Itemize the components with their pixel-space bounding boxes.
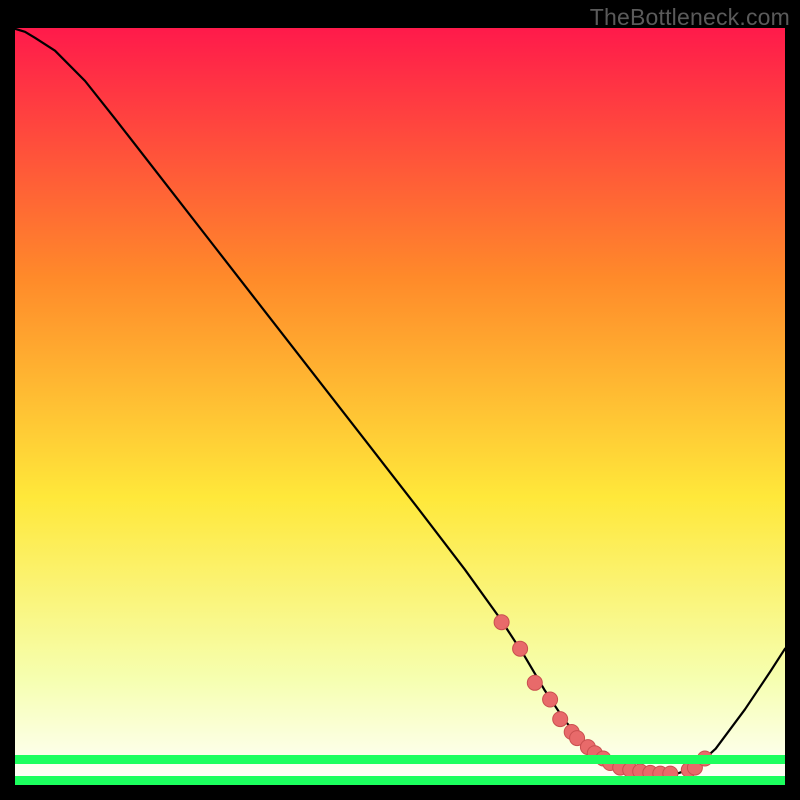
chart-stage: TheBottleneck.com <box>0 0 800 800</box>
green-band-upper <box>15 755 785 764</box>
curve-marker <box>543 692 558 707</box>
curve-marker <box>527 675 542 690</box>
gradient-background <box>15 28 785 785</box>
green-band-lower <box>15 776 785 785</box>
bottleneck-curve-chart <box>0 0 800 800</box>
curve-marker <box>553 712 568 727</box>
watermark-text: TheBottleneck.com <box>590 4 790 31</box>
curve-marker <box>494 615 509 630</box>
curve-marker <box>513 641 528 656</box>
